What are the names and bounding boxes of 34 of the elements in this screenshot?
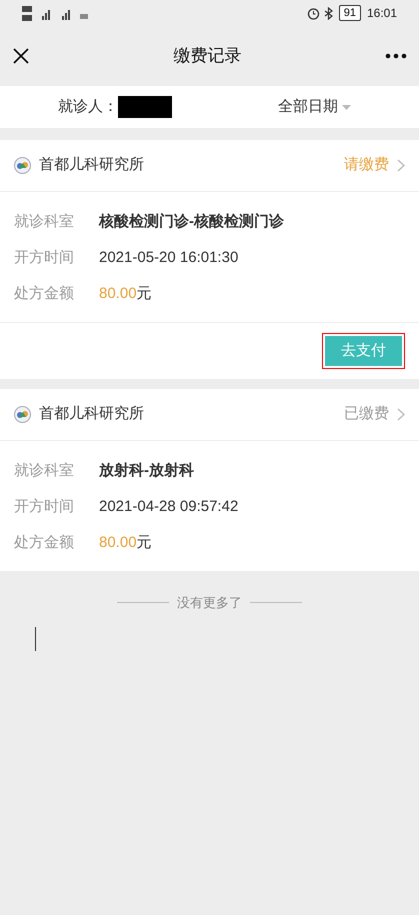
field-label: 就诊科室 — [14, 460, 75, 481]
status-time: 16:01 — [366, 5, 397, 22]
close-icon — [12, 47, 30, 65]
field-label: 就诊科室 — [14, 212, 75, 232]
field-label: 开方时间 — [14, 248, 75, 268]
field-value: 放射科-放射科 — [99, 460, 194, 481]
caret-icon — [342, 104, 351, 110]
hospital-name: 首都儿科研究所 — [39, 155, 145, 176]
hospital-logo-icon — [14, 406, 31, 423]
field-value: 2021-04-28 09:57:42 — [99, 496, 238, 517]
amount-value: 80.00元 — [99, 532, 152, 553]
battery-indicator: 91 — [338, 5, 361, 21]
end-of-list-text: 没有更多了 — [177, 594, 242, 612]
amount-value: 80.00元 — [99, 284, 152, 304]
payment-status[interactable]: 请缴费 — [344, 154, 389, 177]
more-icon — [385, 53, 407, 59]
field-value: 核酸检测门诊-核酸检测门诊 — [99, 212, 284, 232]
chevron-right-icon — [397, 159, 405, 172]
date-filter[interactable]: 全部日期 — [278, 96, 338, 118]
chevron-right-icon — [397, 408, 405, 421]
redaction-bar — [118, 96, 172, 118]
field-label: 开方时间 — [14, 496, 75, 517]
page-title: 缴费记录 — [174, 45, 242, 68]
patient-label: 就诊人： — [58, 96, 118, 117]
field-label: 处方金额 — [14, 532, 75, 553]
bluetooth-icon — [324, 6, 333, 20]
pay-button[interactable]: 去支付 — [322, 332, 405, 370]
payment-status[interactable]: 已缴费 — [344, 403, 389, 426]
hospital-name: 首都儿科研究所 — [39, 404, 145, 424]
alarm-icon — [306, 6, 320, 20]
hospital-logo-icon — [14, 157, 31, 174]
text-cursor — [35, 626, 36, 650]
field-value: 2021-05-20 16:01:30 — [99, 248, 238, 268]
field-label: 处方金额 — [14, 284, 75, 304]
